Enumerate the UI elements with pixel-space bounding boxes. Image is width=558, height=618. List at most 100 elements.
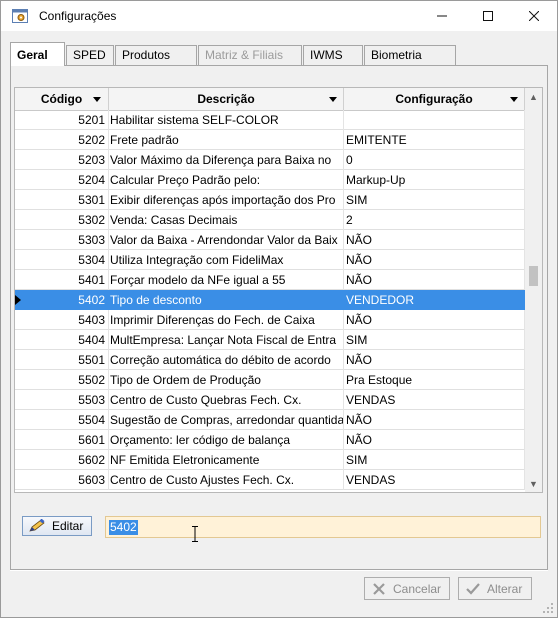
scroll-down-icon[interactable]: ▼ [525,475,542,492]
table-row[interactable]: 5503 Centro de Custo Quebras Fech. Cx. V… [15,390,525,410]
cell-descricao[interactable]: Tipo de Ordem de Produção [109,370,344,390]
table-row[interactable]: 5401 Forçar modelo da NFe igual a 55 NÃO [15,270,525,290]
cell-descricao[interactable]: Utiliza Integração com FideliMax [109,250,344,270]
cell-descricao[interactable]: Sugestão de Compras, arredondar quantida [109,410,344,430]
table-row[interactable]: 5203 Valor Máximo da Diferença para Baix… [15,150,525,170]
cell-configuracao[interactable]: NÃO [344,410,525,430]
column-header-descricao[interactable]: Descrição [109,88,344,110]
cell-configuracao[interactable]: SIM [344,330,525,350]
cell-configuracao[interactable]: EMITENTE [344,130,525,150]
table-row[interactable]: 5502 Tipo de Ordem de Produção Pra Estoq… [15,370,525,390]
cell-descricao[interactable]: NF Emitida Eletronicamente [109,450,344,470]
table-row[interactable]: 5303 Valor da Baixa - Arrendondar Valor … [15,230,525,250]
cell-descricao[interactable]: Imprimir Diferenças do Fech. de Caixa [109,310,344,330]
cell-configuracao[interactable]: NÃO [344,310,525,330]
table-row[interactable]: 5202 Frete padrão EMITENTE [15,130,525,150]
cell-codigo[interactable]: 5304 [27,250,109,270]
cell-configuracao[interactable]: 2 [344,210,525,230]
cell-configuracao[interactable]: NÃO [344,250,525,270]
cell-codigo[interactable]: 5401 [27,270,109,290]
cell-configuracao[interactable]: VENDEDOR [344,290,525,310]
cell-codigo[interactable]: 5501 [27,350,109,370]
table-row[interactable]: 5304 Utiliza Integração com FideliMax NÃ… [15,250,525,270]
tab-biometria[interactable]: Biometria [364,45,456,65]
cell-configuracao[interactable]: VENDAS [344,470,525,490]
tab-geral[interactable]: Geral [10,42,65,66]
code-input[interactable]: 5402 [105,516,541,538]
cell-descricao[interactable]: Venda: Casas Decimais [109,210,344,230]
column-header-configuracao[interactable]: Configuração [344,88,525,110]
cell-codigo[interactable]: 5303 [27,230,109,250]
cell-descricao[interactable]: Valor da Baixa - Arrendondar Valor da Ba… [109,230,344,250]
cell-descricao[interactable]: Valor Máximo da Diferença para Baixa no [109,150,344,170]
cell-descricao[interactable]: Forçar modelo da NFe igual a 55 [109,270,344,290]
close-button[interactable] [511,1,557,31]
codigo-dropdown-icon[interactable] [93,97,101,102]
cell-codigo[interactable]: 5504 [27,410,109,430]
config-grid[interactable]: Código Descrição Configuração 5201 Habil… [14,87,543,493]
cell-codigo[interactable]: 5603 [27,470,109,490]
tab-sped[interactable]: SPED [66,45,114,65]
cell-codigo[interactable]: 5602 [27,450,109,470]
cell-configuracao[interactable]: NÃO [344,350,525,370]
cell-descricao[interactable]: Centro de Custo Ajustes Fech. Cx. [109,470,344,490]
minimize-button[interactable] [419,1,465,31]
cell-descricao[interactable]: Exibir diferenças após importação dos Pr… [109,190,344,210]
cell-codigo[interactable]: 5502 [27,370,109,390]
cell-codigo[interactable]: 5503 [27,390,109,410]
table-row-selected[interactable]: 5402 Tipo de desconto VENDEDOR [15,290,525,310]
cell-configuracao[interactable]: NÃO [344,270,525,290]
cell-codigo[interactable]: 5201 [27,110,109,130]
cell-descricao[interactable]: Calcular Preço Padrão pelo: [109,170,344,190]
cell-codigo[interactable]: 5302 [27,210,109,230]
cell-descricao[interactable]: Tipo de desconto [109,290,344,310]
cell-codigo[interactable]: 5404 [27,330,109,350]
cell-codigo[interactable]: 5204 [27,170,109,190]
table-row[interactable]: 5602 NF Emitida Eletronicamente SIM [15,450,525,470]
table-row[interactable]: 5201 Habilitar sistema SELF-COLOR [15,110,525,130]
scroll-thumb[interactable] [529,266,538,286]
table-row[interactable]: 5504 Sugestão de Compras, arredondar qua… [15,410,525,430]
tab-iwms[interactable]: IWMS [303,45,363,65]
cell-codigo[interactable]: 5202 [27,130,109,150]
table-row[interactable]: 5601 Orçamento: ler código de balança NÃ… [15,430,525,450]
cell-codigo[interactable]: 5402 [27,290,109,310]
cell-descricao[interactable]: Habilitar sistema SELF-COLOR [109,110,344,130]
cell-codigo[interactable]: 5301 [27,190,109,210]
descricao-dropdown-icon[interactable] [329,97,337,102]
cell-descricao[interactable]: MultEmpresa: Lançar Nota Fiscal de Entra [109,330,344,350]
table-row[interactable]: 5301 Exibir diferenças após importação d… [15,190,525,210]
cell-codigo[interactable]: 5203 [27,150,109,170]
cell-configuracao[interactable]: Pra Estoque [344,370,525,390]
maximize-button[interactable] [465,1,511,31]
cell-configuracao[interactable]: NÃO [344,430,525,450]
cell-codigo[interactable]: 5601 [27,430,109,450]
configuracoes-window: Configurações Geral SPED Produtos Matriz… [0,0,558,618]
table-row[interactable]: 5302 Venda: Casas Decimais 2 [15,210,525,230]
table-row[interactable]: 5404 MultEmpresa: Lançar Nota Fiscal de … [15,330,525,350]
cell-configuracao[interactable]: SIM [344,450,525,470]
scroll-up-icon[interactable]: ▲ [525,88,542,105]
configuracao-dropdown-icon[interactable] [510,97,518,102]
tab-produtos[interactable]: Produtos [115,45,197,65]
cell-descricao[interactable]: Correção automática do débito de acordo [109,350,344,370]
vertical-scrollbar[interactable]: ▲ ▼ [525,88,542,492]
cell-configuracao[interactable]: VENDAS [344,390,525,410]
edit-button[interactable]: Editar [22,516,92,536]
cell-descricao[interactable]: Centro de Custo Quebras Fech. Cx. [109,390,344,410]
cell-descricao[interactable]: Frete padrão [109,130,344,150]
cell-descricao[interactable]: Orçamento: ler código de balança [109,430,344,450]
app-icon [12,9,28,23]
table-row[interactable]: 5204 Calcular Preço Padrão pelo: Markup-… [15,170,525,190]
table-row[interactable]: 5403 Imprimir Diferenças do Fech. de Cai… [15,310,525,330]
title-bar[interactable]: Configurações [1,1,557,31]
cell-codigo[interactable]: 5403 [27,310,109,330]
table-row[interactable]: 5501 Correção automática do débito de ac… [15,350,525,370]
cell-configuracao[interactable]: Markup-Up [344,170,525,190]
resize-grip-icon[interactable] [541,601,555,615]
cell-configuracao[interactable] [344,110,525,130]
cell-configuracao[interactable]: SIM [344,190,525,210]
cell-configuracao[interactable]: 0 [344,150,525,170]
table-row[interactable]: 5603 Centro de Custo Ajustes Fech. Cx. V… [15,470,525,490]
cell-configuracao[interactable]: NÃO [344,230,525,250]
